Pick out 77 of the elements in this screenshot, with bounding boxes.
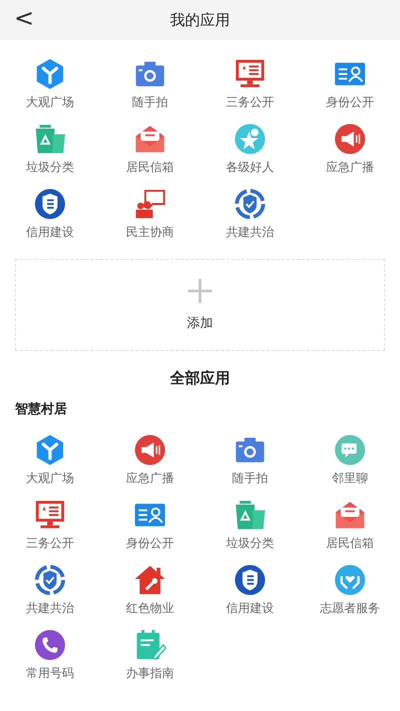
app-tile[interactable]: 共建共治 xyxy=(0,564,100,617)
app-tile[interactable]: 身份公开 xyxy=(300,58,400,111)
add-app-button[interactable]: 添加 xyxy=(15,259,385,351)
star-badge-icon xyxy=(234,123,266,155)
app-tile[interactable]: 志愿者服务 xyxy=(300,564,400,617)
app-tile[interactable]: 各级好人 xyxy=(200,123,300,176)
app-tile[interactable]: 信用建设 xyxy=(200,564,300,617)
app-label: 应急广播 xyxy=(126,470,174,487)
app-label: 随手拍 xyxy=(132,94,168,111)
app-label: 随手拍 xyxy=(232,470,268,487)
app-label: 各级好人 xyxy=(226,159,274,176)
heart-hands-icon xyxy=(334,564,366,596)
app-label: 大观广场 xyxy=(26,94,74,111)
app-label: 身份公开 xyxy=(326,94,374,111)
app-tile[interactable]: 随手拍 xyxy=(200,434,300,487)
monitor-icon xyxy=(234,58,266,90)
app-label: 民主协商 xyxy=(126,224,174,241)
category-heading: 智慧村居 xyxy=(15,401,68,418)
app-label: 红色物业 xyxy=(126,600,174,617)
phone-icon xyxy=(34,629,66,661)
app-label: 志愿者服务 xyxy=(320,600,380,617)
envelope-icon xyxy=(134,123,166,155)
bins-icon xyxy=(234,499,266,531)
shield-check-icon xyxy=(234,188,266,220)
app-tile[interactable]: 三务公开 xyxy=(200,58,300,111)
app-tile[interactable]: 应急广播 xyxy=(300,123,400,176)
app-label: 居民信箱 xyxy=(326,535,374,552)
section-heading: 全部应用 xyxy=(168,369,231,388)
cube-icon xyxy=(34,58,66,90)
app-label: 居民信箱 xyxy=(126,159,174,176)
envelope-icon xyxy=(334,499,366,531)
megaphone-icon xyxy=(334,123,366,155)
app-label: 垃圾分类 xyxy=(26,159,74,176)
app-tile[interactable]: 信用建设 xyxy=(0,188,100,241)
app-label: 三务公开 xyxy=(226,94,274,111)
app-label: 大观广场 xyxy=(26,470,74,487)
people-chat-icon xyxy=(134,188,166,220)
house-wrench-icon xyxy=(134,564,166,596)
app-label: 垃圾分类 xyxy=(226,535,274,552)
app-tile[interactable]: 居民信箱 xyxy=(300,499,400,552)
shield-icon xyxy=(234,564,266,596)
chat-bubble-icon xyxy=(334,434,366,466)
app-label: 邻里聊 xyxy=(332,470,368,487)
app-label: 信用建设 xyxy=(26,224,74,241)
app-tile[interactable]: 垃圾分类 xyxy=(200,499,300,552)
page-title: 我的应用 xyxy=(170,10,230,30)
cube-icon xyxy=(34,434,66,466)
app-tile[interactable]: 大观广场 xyxy=(0,434,100,487)
app-label: 应急广播 xyxy=(326,159,374,176)
app-tile[interactable]: 办事指南 xyxy=(100,629,200,682)
app-tile[interactable]: 应急广播 xyxy=(100,434,200,487)
app-tile[interactable]: 红色物业 xyxy=(100,564,200,617)
app-tile[interactable]: 民主协商 xyxy=(100,188,200,241)
app-tile[interactable]: 身份公开 xyxy=(100,499,200,552)
app-tile[interactable]: 邻里聊 xyxy=(300,434,400,487)
notepad-icon xyxy=(134,629,166,661)
plus-icon xyxy=(187,278,213,304)
app-label: 三务公开 xyxy=(26,535,74,552)
app-tile[interactable]: 共建共治 xyxy=(200,188,300,241)
monitor-icon xyxy=(34,499,66,531)
shield-icon xyxy=(34,188,66,220)
app-tile[interactable]: 大观广场 xyxy=(0,58,100,111)
shield-check-icon xyxy=(34,564,66,596)
app-tile[interactable]: 随手拍 xyxy=(100,58,200,111)
app-tile[interactable]: 三务公开 xyxy=(0,499,100,552)
bins-icon xyxy=(34,123,66,155)
app-tile[interactable]: 常用号码 xyxy=(0,629,100,682)
megaphone-icon xyxy=(134,434,166,466)
app-label: 共建共治 xyxy=(226,224,274,241)
app-tile[interactable]: 垃圾分类 xyxy=(0,123,100,176)
app-tile[interactable]: 居民信箱 xyxy=(100,123,200,176)
app-label: 身份公开 xyxy=(126,535,174,552)
back-button[interactable]: < xyxy=(10,4,38,32)
app-label: 办事指南 xyxy=(126,665,174,682)
app-label: 常用号码 xyxy=(26,665,74,682)
app-label: 信用建设 xyxy=(226,600,274,617)
app-label: 共建共治 xyxy=(26,600,74,617)
